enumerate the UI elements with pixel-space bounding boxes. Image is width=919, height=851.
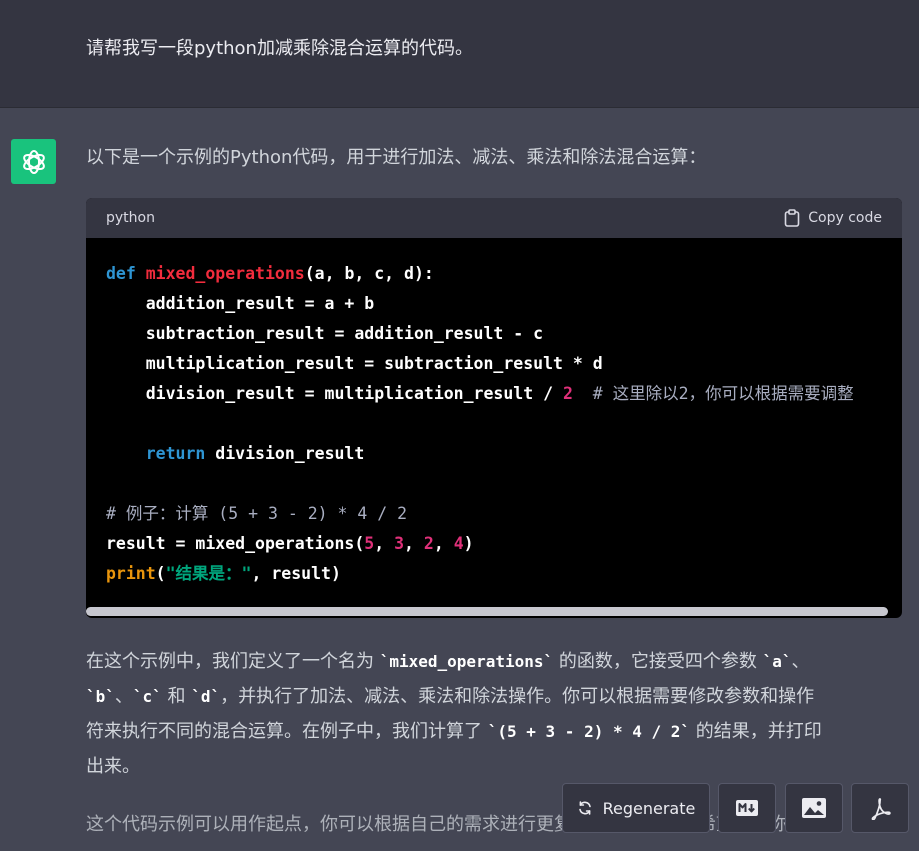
user-message-row: 请帮我写一段python加减乘除混合运算的代码。: [0, 0, 919, 108]
code-line: # 例子：计算 (5 + 3 - 2) * 4 / 2: [106, 502, 407, 526]
code-token-number: 2: [423, 534, 434, 553]
code-token-string: "结果是：": [165, 564, 252, 583]
code-line: def mixed_operations(a, b, c, d):: [106, 262, 434, 286]
export-image-button[interactable]: [785, 783, 843, 833]
code-line: return division_result: [106, 442, 365, 466]
copy-code-button[interactable]: Copy code: [784, 209, 882, 227]
code-line: multiplication_result = subtraction_resu…: [106, 354, 603, 373]
code-token-number: 5: [364, 534, 375, 553]
openai-logo-icon: [22, 149, 45, 174]
code-line: print("结果是：", result): [106, 562, 341, 586]
explanation-line: 在这个示例中，我们定义了一个名为 `mixed_operations` 的函数，…: [86, 644, 896, 679]
code-token: (: [155, 564, 166, 583]
code-token: (a, b, c, d):: [304, 264, 434, 283]
code-line: addition_result = a + b: [106, 294, 375, 313]
code-token-builtin: print: [106, 564, 156, 583]
inline-code: `mixed_operations`: [379, 652, 554, 671]
horizontal-scrollbar[interactable]: [86, 607, 888, 616]
text-run: 和: [161, 686, 192, 707]
code-token-keyword: return: [145, 444, 206, 463]
image-icon: [802, 798, 826, 818]
code-token-function: mixed_operations: [145, 264, 305, 283]
code-block-header: python Copy code: [86, 198, 902, 238]
code-token-number: 4: [453, 534, 464, 553]
text-run: 、: [791, 651, 810, 672]
code-token: , result): [251, 564, 341, 583]
pdf-icon: [871, 798, 891, 820]
text-run: 的函数，它接受四个参数: [553, 651, 763, 672]
code-token-number: 3: [394, 534, 405, 553]
inline-code: `b`: [86, 687, 115, 706]
code-token: result = mixed_operations(: [106, 534, 365, 553]
inline-code: `(5 + 3 - 2) * 4 / 2`: [487, 722, 691, 741]
code-token-comment: # 例子：计算 (5 + 3 - 2) * 4 / 2: [106, 504, 408, 523]
inline-code: `d`: [191, 687, 221, 706]
assistant-avatar: [11, 139, 56, 184]
code-token-number: 2: [562, 384, 573, 403]
code-language-label: python: [106, 210, 155, 226]
refresh-icon: [578, 801, 591, 815]
text-run: 、: [114, 686, 133, 707]
inline-code: `c`: [132, 687, 162, 706]
export-markdown-button[interactable]: [718, 783, 776, 833]
explanation-line: 出来。: [86, 756, 140, 777]
code-token: ,: [404, 534, 424, 553]
user-message-text: 请帮我写一段python加减乘除混合运算的代码。: [86, 38, 473, 59]
text-run: 的结果，并打印: [690, 721, 822, 742]
code-token: ,: [374, 534, 395, 553]
code-token: ): [463, 534, 474, 553]
export-pdf-button[interactable]: [851, 783, 909, 833]
code-line: result = mixed_operations(5, 3, 2, 4): [106, 532, 474, 556]
code-token-keyword: def: [106, 264, 136, 283]
regenerate-button[interactable]: Regenerate: [562, 783, 710, 833]
code-line: subtraction_result = addition_result - c: [106, 324, 544, 343]
inline-code: `a`: [762, 652, 792, 671]
code-token: division_result: [205, 444, 365, 463]
assistant-intro-text: 以下是一个示例的Python代码，用于进行加法、减法、乘法和除法混合运算：: [86, 147, 707, 168]
code-body[interactable]: def mixed_operations(a, b, c, d): additi…: [86, 238, 902, 618]
clipboard-icon: [784, 209, 800, 227]
markdown-icon: [736, 800, 758, 816]
code-token: ,: [433, 534, 454, 553]
code-block: python Copy code def mixed_operations(a,…: [86, 198, 902, 618]
regenerate-label: Regenerate: [602, 798, 696, 818]
explanation-line: `b`、`c` 和 `d`，并执行了加法、减法、乘法和除法操作。你可以根据需要修…: [86, 679, 896, 714]
explanation-line: 符来执行不同的混合运算。在例子中，我们计算了 `(5 + 3 - 2) * 4 …: [86, 714, 896, 749]
text-run: ，并执行了加法、减法、乘法和除法操作。你可以根据需要修改参数和操作: [220, 686, 815, 707]
code-line: division_result = multiplication_result …: [106, 382, 854, 406]
text-run: 在这个示例中，我们定义了一个名为: [86, 651, 380, 672]
code-token: division_result = multiplication_result …: [106, 384, 563, 403]
text-run: 符来执行不同的混合运算。在例子中，我们计算了: [86, 721, 488, 742]
code-token-comment: # 这里除以2，你可以根据需要调整: [572, 384, 854, 403]
explanation-paragraph: 在这个示例中，我们定义了一个名为 `mixed_operations` 的函数，…: [86, 644, 896, 784]
copy-code-label: Copy code: [808, 210, 882, 226]
